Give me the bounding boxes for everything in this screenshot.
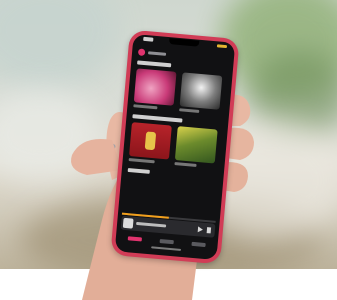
home-indicator: [151, 246, 182, 251]
album-tile-bw[interactable]: [179, 72, 223, 110]
app-title: [147, 51, 167, 56]
album-art-figure: [144, 131, 157, 151]
album-caption: [179, 108, 200, 113]
album-caption: [174, 162, 197, 167]
now-playing-artwork: [122, 217, 134, 229]
phone-screen: [114, 33, 236, 261]
section-title-top: [137, 60, 172, 68]
section-title-middle: [132, 114, 183, 123]
next-icon[interactable]: [206, 227, 212, 234]
battery-icon: [216, 44, 228, 49]
clock-indicator: [143, 36, 154, 42]
album-tile-red[interactable]: [129, 122, 172, 160]
now-playing-title: [136, 221, 167, 228]
tab-search-icon[interactable]: [191, 241, 206, 248]
album-caption: [133, 104, 158, 110]
camera-notch: [168, 38, 200, 47]
play-icon[interactable]: [197, 226, 204, 233]
tab-home-icon[interactable]: [127, 236, 142, 242]
smartphone: [110, 29, 240, 265]
album-tile-green[interactable]: [174, 126, 218, 164]
album-tile-pink[interactable]: [133, 68, 177, 106]
tab-library-icon[interactable]: [159, 239, 174, 245]
app-logo-icon: [137, 48, 146, 57]
section-title-bottom: [127, 167, 150, 174]
sky-blur: [0, 0, 120, 90]
album-caption: [128, 158, 155, 164]
